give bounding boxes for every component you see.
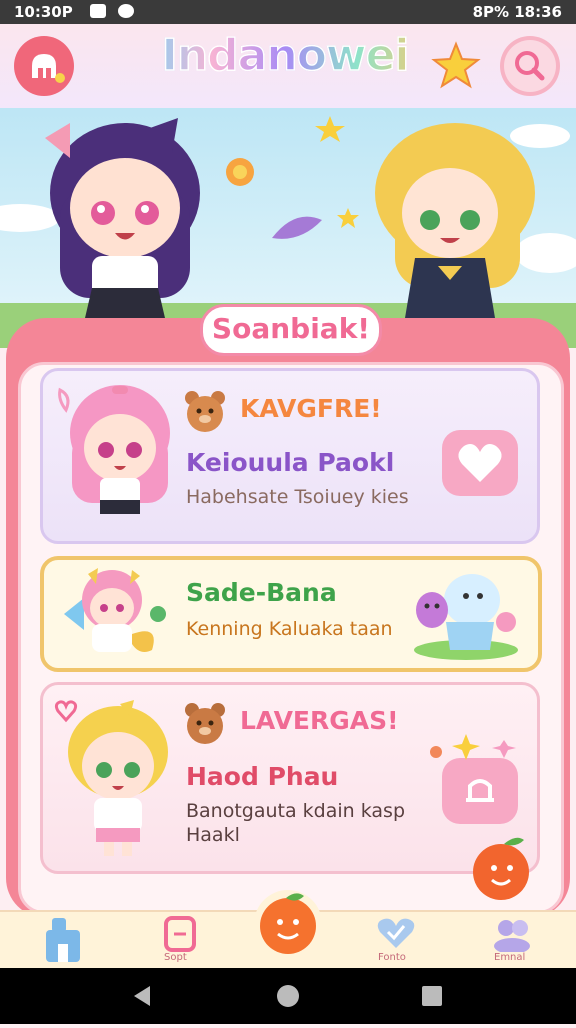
recents-icon xyxy=(422,986,442,1006)
card-3-desc: Banotgauta kdain kasp xyxy=(186,800,406,822)
card-3-tag: LAVERGAS! xyxy=(240,706,399,735)
nav-label-emnal: Emnal xyxy=(494,952,526,963)
card-1-tag: KAVGFRE! xyxy=(240,394,382,423)
system-navigation-bar xyxy=(0,968,576,1024)
card-3-desc-2: Haakl xyxy=(186,824,240,846)
nav-item-fonto[interactable]: Fonto xyxy=(368,914,424,968)
section-banner: Soanbiak! xyxy=(200,304,382,356)
home-circle-icon xyxy=(277,985,299,1007)
heart-outline-icon xyxy=(54,700,78,723)
orange-icon xyxy=(254,890,322,958)
favorite-button[interactable] xyxy=(442,430,518,496)
home-icon xyxy=(46,918,80,962)
search-button[interactable] xyxy=(500,36,560,96)
status-time: 10:30P xyxy=(14,3,73,21)
bear-icon xyxy=(185,391,225,432)
notification-icon xyxy=(90,4,106,18)
shop-icon xyxy=(32,54,65,83)
bear-icon xyxy=(185,703,225,744)
nav-label-sopt: Sopt xyxy=(164,952,187,963)
note-icon xyxy=(164,916,196,952)
nav-label-fonto: Fonto xyxy=(378,952,406,963)
card-2-avatar xyxy=(64,568,166,652)
system-nav-buttons xyxy=(134,985,442,1007)
sparkles-icon xyxy=(430,734,516,760)
shop-button[interactable] xyxy=(14,36,74,96)
nav-item-center[interactable] xyxy=(250,884,326,960)
card-2-name: Sade-Bana xyxy=(186,578,337,607)
card-1-avatar xyxy=(70,385,170,514)
nav-item-emnal[interactable]: Emnal xyxy=(484,914,540,968)
card-2-desc: Kenning Kaluaka taan xyxy=(186,618,393,640)
back-icon xyxy=(134,986,150,1006)
card-1-desc: Habehsate Tsoiuey kies xyxy=(186,486,409,508)
heart-icon xyxy=(458,444,502,482)
status-bar: 10:30P 8P% 18:36 xyxy=(0,0,576,24)
card-3-name: Haod Phau xyxy=(186,762,339,791)
app-title: Indanowei xyxy=(140,29,430,82)
nav-item-sopt[interactable]: Sopt xyxy=(152,914,208,968)
star-button[interactable] xyxy=(430,40,482,92)
gift-icon xyxy=(466,779,494,802)
search-icon xyxy=(504,40,556,92)
star-icon xyxy=(431,41,481,89)
card-1-name: Keiouula Paokl xyxy=(186,448,395,477)
card-3-avatar xyxy=(68,700,168,856)
app-notification-icon xyxy=(118,4,134,18)
card-2-illustration xyxy=(414,574,518,660)
orange-mascot-icon xyxy=(473,837,529,900)
floating-orange-button[interactable] xyxy=(466,832,536,902)
gift-button[interactable] xyxy=(442,758,518,824)
nav-item-home[interactable] xyxy=(38,914,88,964)
status-right: 8P% 18:36 xyxy=(472,3,562,21)
heart-check-icon xyxy=(377,918,415,948)
friends-icon xyxy=(494,920,530,954)
sparkle-icon xyxy=(58,387,70,413)
